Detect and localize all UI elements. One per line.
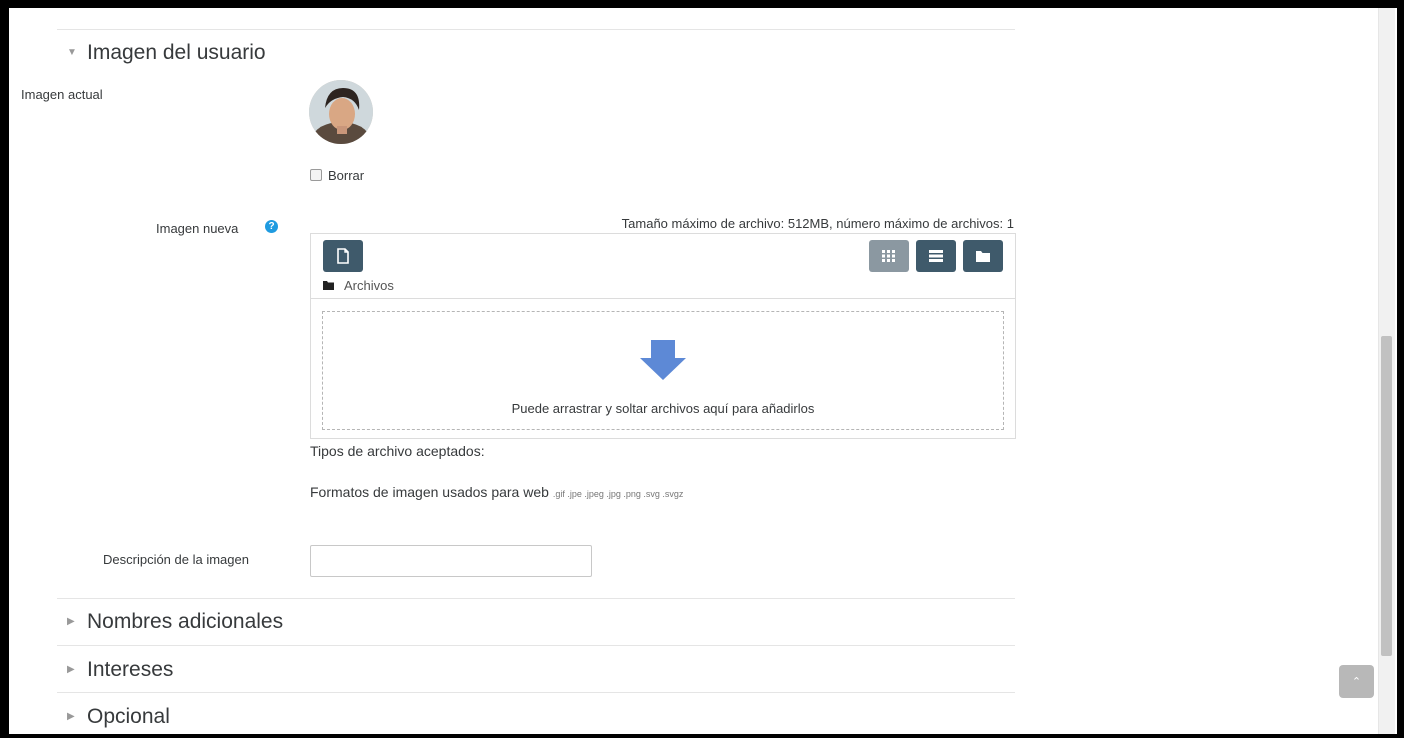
question-circle-icon[interactable]: ? [265, 220, 278, 233]
delete-image-checkbox[interactable] [310, 169, 322, 181]
section-divider [57, 29, 1015, 30]
section-title: Opcional [87, 705, 170, 728]
folder-icon [976, 251, 990, 262]
add-file-button[interactable] [323, 240, 363, 272]
avatar [309, 80, 373, 144]
caret-down-icon: ▼ [67, 47, 77, 58]
section-header-interests[interactable]: ▶ Intereses [67, 657, 173, 683]
accepted-types-label: Tipos de archivo aceptados: [310, 443, 485, 459]
current-image-label: Imagen actual [21, 87, 103, 102]
drop-zone-text: Puede arrastrar y soltar archivos aquí p… [511, 401, 815, 416]
image-description-input[interactable] [310, 545, 592, 577]
drop-zone[interactable]: Puede arrastrar y soltar archivos aquí p… [322, 311, 1004, 430]
section-divider [57, 598, 1015, 599]
section-divider [57, 645, 1015, 646]
grid-icon [882, 250, 895, 262]
section-title: Imagen del usuario [87, 41, 266, 64]
image-description-label: Descripción de la imagen [103, 552, 249, 567]
formats-extensions: .gif .jpe .jpeg .jpg .png .svg .svgz [552, 489, 684, 499]
formats-label: Formatos de imagen usados para web [310, 484, 549, 500]
delete-image-label: Borrar [328, 168, 365, 183]
scrollbar-thumb[interactable] [1381, 336, 1392, 656]
caret-right-icon: ▶ [67, 664, 75, 675]
file-picker-toolbar: Archivos [311, 234, 1015, 299]
view-icons-button[interactable] [869, 240, 909, 272]
new-image-label: Imagen nueva [156, 221, 239, 236]
section-title: Intereses [87, 658, 174, 681]
vertical-scrollbar[interactable] [1378, 8, 1395, 734]
view-tree-button[interactable] [963, 240, 1003, 272]
file-icon [337, 248, 349, 264]
file-picker: Archivos Puede arrastrar y soltar archiv… [310, 233, 1016, 439]
chevron-up-icon: ⌃ [1351, 676, 1362, 688]
section-header-optional[interactable]: ▶ Opcional [67, 704, 170, 730]
list-icon [929, 250, 943, 262]
section-title: Nombres adicionales [87, 610, 284, 633]
view-list-button[interactable] [916, 240, 956, 272]
folder-icon [323, 281, 334, 290]
section-header-additional-names[interactable]: ▶ Nombres adicionales [67, 609, 283, 635]
back-to-top-button[interactable]: ⌃ [1339, 665, 1374, 698]
file-limits-text: Tamaño máximo de archivo: 512MB, número … [621, 216, 1014, 231]
path-breadcrumb[interactable]: Archivos [323, 278, 394, 293]
caret-right-icon: ▶ [67, 711, 75, 722]
caret-right-icon: ▶ [67, 616, 75, 627]
section-divider [57, 692, 1015, 693]
avatar-image [309, 80, 373, 144]
arrow-down-icon [640, 340, 686, 380]
accepted-formats: Formatos de imagen usados para web .gif … [310, 484, 683, 500]
section-header-user-image[interactable]: ▼ Imagen del usuario [67, 40, 266, 66]
path-label: Archivos [344, 278, 394, 293]
